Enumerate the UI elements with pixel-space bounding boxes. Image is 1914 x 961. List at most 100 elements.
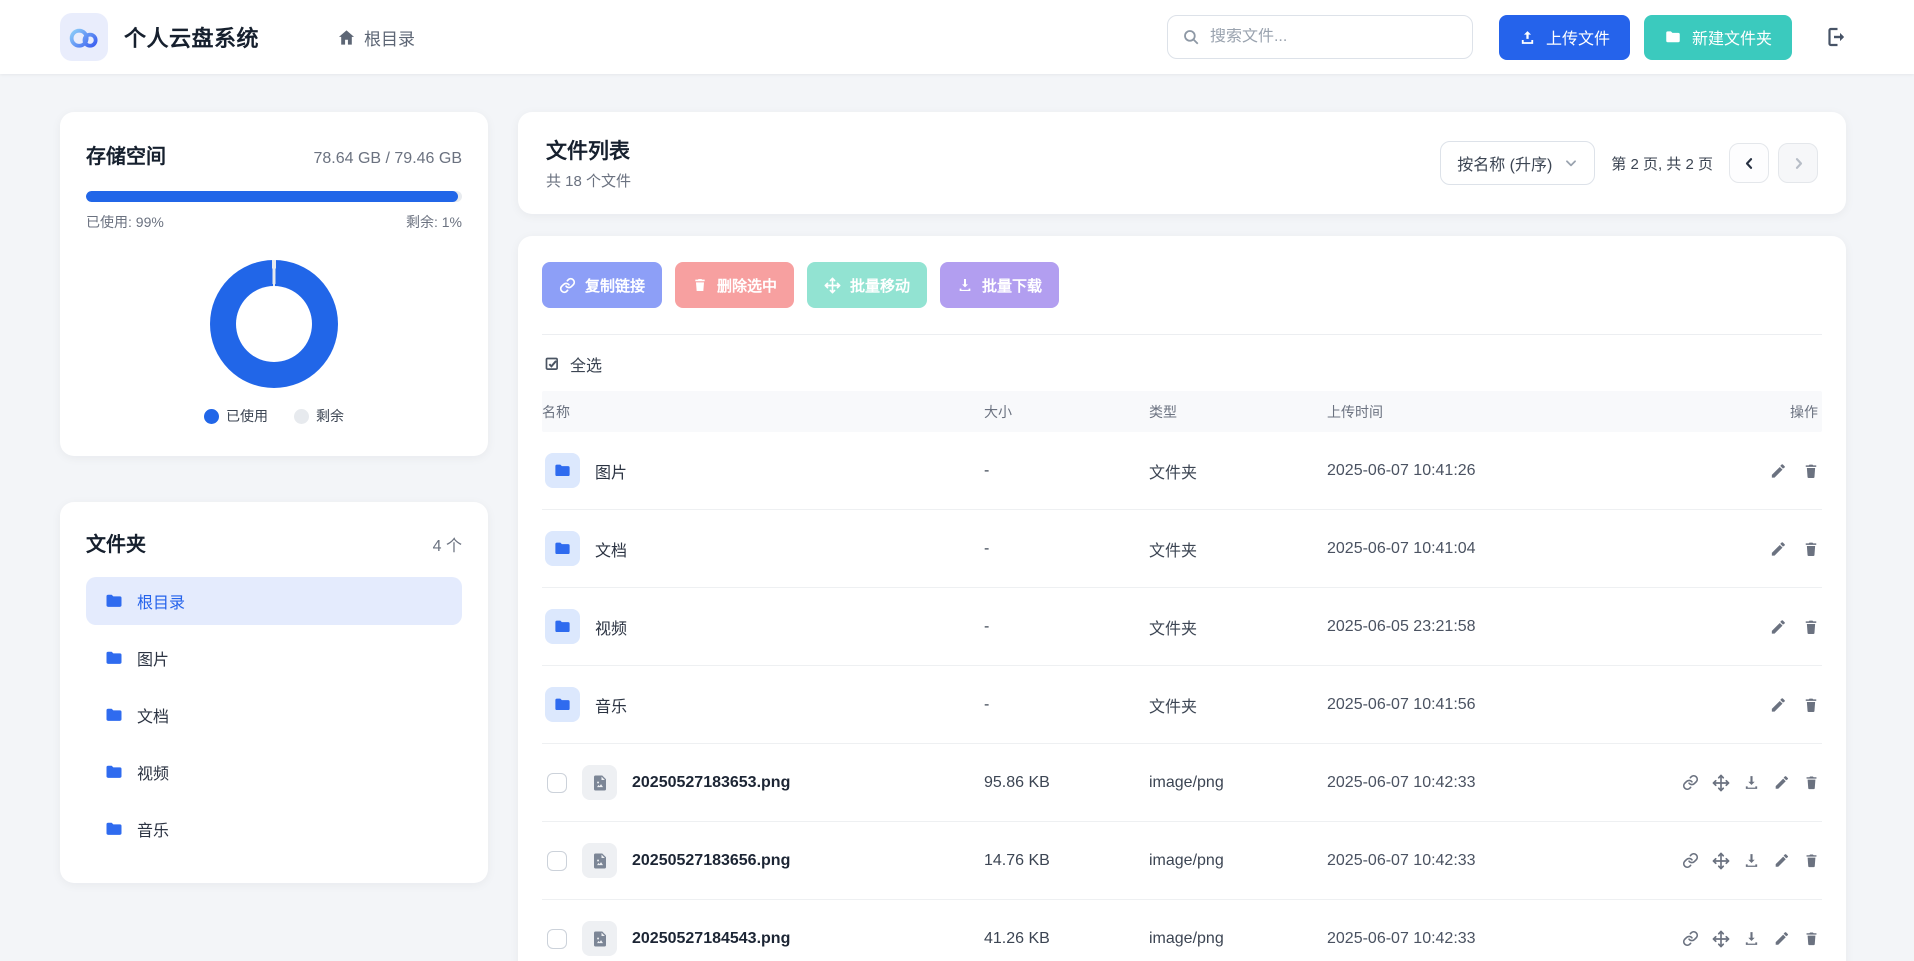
sidebar-folder-item[interactable]: 图片 bbox=[86, 634, 462, 682]
batch-action-button[interactable]: 批量下载 bbox=[940, 262, 1059, 308]
edit-icon[interactable] bbox=[1773, 852, 1790, 869]
legend-used-label: 已使用 bbox=[226, 406, 268, 426]
storage-panel: 存储空间 78.64 GB / 79.46 GB 已使用: 99% 剩余: 1%… bbox=[60, 112, 488, 456]
row-name[interactable]: 视频 bbox=[595, 615, 627, 639]
app-title: 个人云盘系统 bbox=[124, 21, 259, 53]
row-name[interactable]: 文档 bbox=[595, 537, 627, 561]
legend-free-label: 剩余 bbox=[316, 406, 344, 426]
pagination-text: 第 2 页, 共 2 页 bbox=[1611, 153, 1713, 174]
next-page-button[interactable] bbox=[1778, 143, 1818, 183]
folder-icon bbox=[545, 609, 580, 644]
row-name[interactable]: 音乐 bbox=[595, 693, 627, 717]
sidebar-folder-item[interactable]: 文档 bbox=[86, 691, 462, 739]
image-file-icon bbox=[582, 765, 617, 800]
row-type: image/png bbox=[1149, 774, 1327, 792]
logout-icon bbox=[1824, 25, 1848, 49]
row-checkbox[interactable] bbox=[547, 929, 567, 949]
sidebar-folder-item[interactable]: 音乐 bbox=[86, 805, 462, 853]
table-row-folder[interactable]: 音乐 - 文件夹 2025-06-07 10:41:56 bbox=[542, 666, 1822, 744]
copy-link-icon[interactable] bbox=[1682, 852, 1699, 869]
upload-file-button[interactable]: 上传文件 bbox=[1499, 15, 1630, 60]
table-row-folder[interactable]: 文档 - 文件夹 2025-06-07 10:41:04 bbox=[542, 510, 1822, 588]
sidebar: 存储空间 78.64 GB / 79.46 GB 已使用: 99% 剩余: 1%… bbox=[60, 112, 488, 961]
legend-free-dot bbox=[294, 409, 309, 424]
storage-used-label: 已使用: 99% bbox=[86, 212, 164, 232]
row-type: 文件夹 bbox=[1149, 537, 1327, 561]
delete-icon[interactable] bbox=[1802, 696, 1820, 714]
copy-link-icon[interactable] bbox=[1682, 774, 1699, 791]
prev-page-button[interactable] bbox=[1729, 143, 1769, 183]
new-folder-button[interactable]: 新建文件夹 bbox=[1644, 15, 1792, 60]
column-header: 上传时间 bbox=[1327, 402, 1657, 422]
row-name[interactable]: 20250527183653.png bbox=[632, 774, 790, 792]
legend-used-dot bbox=[204, 409, 219, 424]
table-header: 名称大小类型上传时间操作 bbox=[542, 391, 1822, 432]
column-header: 类型 bbox=[1149, 402, 1327, 422]
folder-icon bbox=[104, 762, 124, 782]
row-type: 文件夹 bbox=[1149, 615, 1327, 639]
batch-action-button[interactable]: 复制链接 bbox=[542, 262, 662, 308]
table-row-folder[interactable]: 图片 - 文件夹 2025-06-07 10:41:26 bbox=[542, 432, 1822, 510]
batch-action-label: 复制链接 bbox=[585, 275, 645, 296]
sidebar-folder-label: 音乐 bbox=[137, 817, 169, 841]
row-size: 41.26 KB bbox=[984, 930, 1149, 948]
table-row-file[interactable]: 20250527184543.png 41.26 KB image/png 20… bbox=[542, 900, 1822, 961]
storage-legend: 已使用 剩余 bbox=[86, 406, 462, 426]
sidebar-folder-item[interactable]: 根目录 bbox=[86, 577, 462, 625]
column-header: 操作 bbox=[1657, 402, 1822, 422]
edit-icon[interactable] bbox=[1773, 774, 1790, 791]
delete-icon[interactable] bbox=[1802, 618, 1820, 636]
delete-icon[interactable] bbox=[1802, 462, 1820, 480]
move-icon[interactable] bbox=[1712, 774, 1730, 792]
table-row-folder[interactable]: 视频 - 文件夹 2025-06-05 23:21:58 bbox=[542, 588, 1822, 666]
table-row-file[interactable]: 20250527183656.png 14.76 KB image/png 20… bbox=[542, 822, 1822, 900]
edit-icon[interactable] bbox=[1769, 540, 1787, 558]
delete-icon[interactable] bbox=[1803, 930, 1820, 947]
storage-donut-chart bbox=[210, 260, 338, 388]
sidebar-folder-item[interactable]: 视频 bbox=[86, 748, 462, 796]
row-checkbox[interactable] bbox=[547, 851, 567, 871]
folder-list: 根目录 图片 文档 视频 音乐 bbox=[86, 577, 462, 853]
move-icon[interactable] bbox=[1712, 852, 1730, 870]
folders-count: 4 个 bbox=[433, 532, 462, 556]
edit-icon[interactable] bbox=[1773, 930, 1790, 947]
delete-icon[interactable] bbox=[1803, 774, 1820, 791]
legend-free: 剩余 bbox=[294, 406, 344, 426]
row-name[interactable]: 图片 bbox=[595, 459, 627, 483]
download-icon bbox=[957, 277, 973, 293]
select-all[interactable]: 全选 bbox=[542, 335, 1822, 391]
sidebar-folder-label: 文档 bbox=[137, 703, 169, 727]
folder-icon bbox=[104, 819, 124, 839]
sort-select[interactable]: 按名称 (升序) bbox=[1440, 141, 1595, 185]
folder-icon bbox=[1664, 28, 1682, 46]
row-name[interactable]: 20250527184543.png bbox=[632, 930, 790, 948]
row-checkbox[interactable] bbox=[547, 773, 567, 793]
breadcrumb[interactable]: 根目录 bbox=[337, 25, 415, 50]
image-file-icon bbox=[582, 921, 617, 956]
row-name[interactable]: 20250527183656.png bbox=[632, 852, 790, 870]
logout-button[interactable] bbox=[1824, 25, 1848, 49]
folder-icon bbox=[104, 648, 124, 668]
upload-file-label: 上传文件 bbox=[1546, 25, 1610, 49]
table-row-file[interactable]: 20250527183653.png 95.86 KB image/png 20… bbox=[542, 744, 1822, 822]
download-icon[interactable] bbox=[1743, 852, 1760, 869]
copy-link-icon[interactable] bbox=[1682, 930, 1699, 947]
edit-icon[interactable] bbox=[1769, 696, 1787, 714]
row-upload-time: 2025-06-07 10:42:33 bbox=[1327, 930, 1657, 948]
delete-icon[interactable] bbox=[1803, 852, 1820, 869]
edit-icon[interactable] bbox=[1769, 462, 1787, 480]
move-icon bbox=[824, 277, 841, 294]
batch-action-button[interactable]: 删除选中 bbox=[675, 262, 794, 308]
delete-icon[interactable] bbox=[1802, 540, 1820, 558]
home-icon bbox=[337, 28, 356, 47]
download-icon[interactable] bbox=[1743, 930, 1760, 947]
file-count-text: 共 18 个文件 bbox=[546, 170, 631, 191]
move-icon[interactable] bbox=[1712, 930, 1730, 948]
row-size: - bbox=[984, 540, 1149, 558]
download-icon[interactable] bbox=[1743, 774, 1760, 791]
row-upload-time: 2025-06-07 10:41:04 bbox=[1327, 540, 1657, 558]
search-input[interactable] bbox=[1210, 28, 1458, 46]
edit-icon[interactable] bbox=[1769, 618, 1787, 636]
batch-action-button[interactable]: 批量移动 bbox=[807, 262, 927, 308]
row-size: - bbox=[984, 696, 1149, 714]
